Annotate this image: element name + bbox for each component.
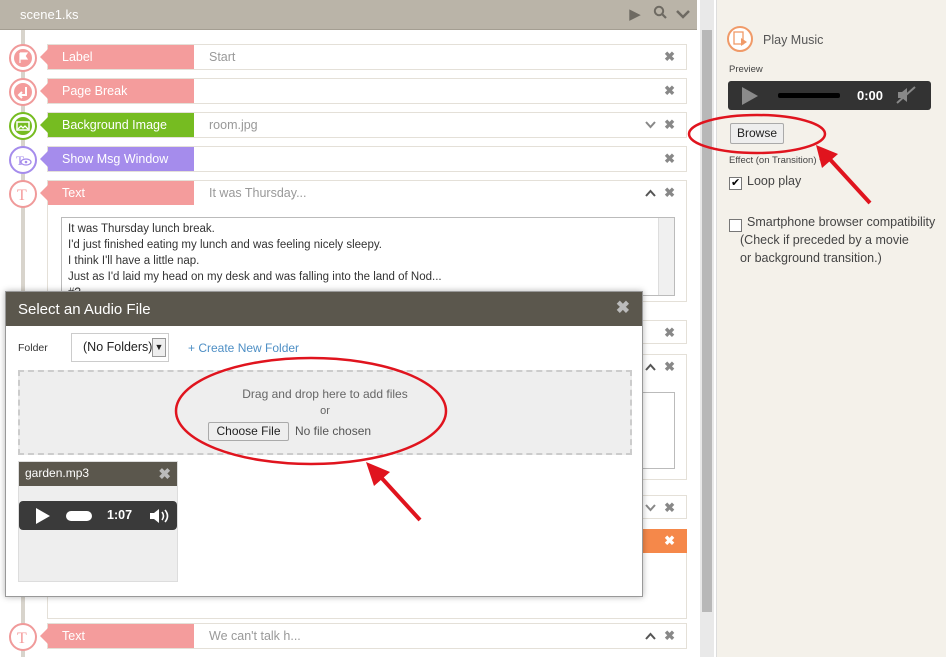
annotation-overlay — [174, 113, 872, 522]
annotation-circle — [687, 113, 827, 155]
annotation-arrow — [366, 462, 422, 522]
stage: scene1.ks ▶ Label Start ✖ Page Break ✖ B… — [0, 0, 946, 657]
annotation-circle — [174, 356, 448, 466]
annotation-arrow — [816, 145, 872, 205]
